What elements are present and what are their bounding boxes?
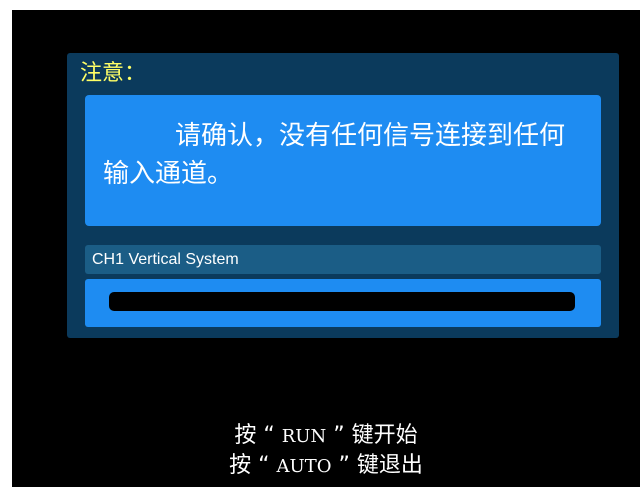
progress-label-bar: CH1 Vertical System (85, 245, 601, 274)
run-key-hint: 按 “ RUN ” 键开始 (12, 421, 640, 452)
auto-hint-suffix: ” 键退出 (331, 453, 423, 478)
self-calibration-dialog: 注意： 请确认，没有任何信号连接到任何输入通道。 CH1 Vertical Sy… (67, 53, 619, 338)
dialog-title: 注意： (80, 61, 147, 86)
auto-key-hint: 按 “ AUTO ” 键退出 (12, 451, 640, 482)
run-hint-suffix: ” 键开始 (326, 423, 418, 448)
progress-bar (109, 292, 575, 311)
auto-hint-prefix: 按 “ (229, 453, 277, 478)
progress-panel (85, 279, 601, 327)
run-hint-prefix: 按 “ (234, 423, 282, 448)
warning-message-text: 请确认，没有任何信号连接到任何输入通道。 (103, 121, 566, 189)
oscilloscope-screen: 注意： 请确认，没有任何信号连接到任何输入通道。 CH1 Vertical Sy… (12, 10, 640, 487)
run-key-label: RUN (281, 426, 327, 447)
warning-message-box: 请确认，没有任何信号连接到任何输入通道。 (85, 95, 601, 226)
progress-label: CH1 Vertical System (92, 251, 239, 268)
auto-key-label: AUTO (276, 456, 332, 477)
